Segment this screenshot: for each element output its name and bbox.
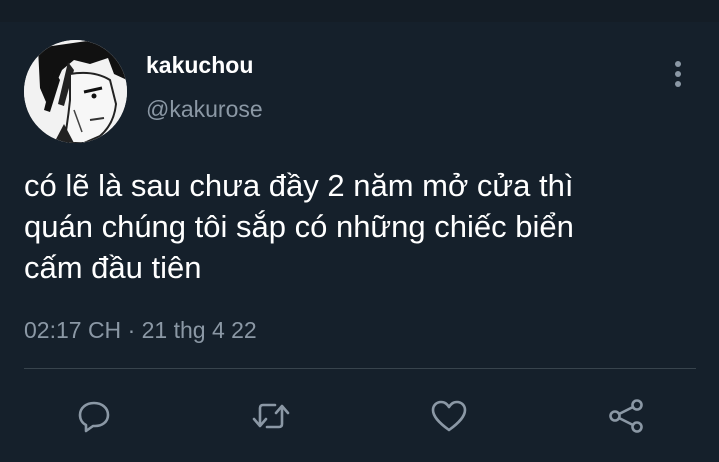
tweet-text: có lẽ là sau chưa đầy 2 năm mở cửa thì q… (24, 165, 694, 288)
share-button[interactable] (604, 398, 648, 434)
heart-icon (431, 400, 467, 432)
tweet-text-line: có lẽ là sau chưa đầy 2 năm mở cửa thì (24, 168, 574, 203)
tweet-detail: kakuchou @kakurose có lẽ là sau chưa đầy… (0, 22, 719, 462)
retweet-button[interactable] (249, 398, 293, 434)
tweet-timestamp[interactable]: 02:17 CH · 21 thg 4 22 (24, 316, 257, 344)
top-strip (0, 0, 719, 22)
tweet-text-line: quán chúng tôi sắp có những chiếc biển (24, 209, 574, 244)
like-button[interactable] (427, 398, 471, 434)
retweet-icon (252, 403, 290, 429)
divider (24, 368, 696, 369)
meta-separator: · (127, 317, 136, 343)
more-options-button[interactable] (664, 58, 692, 90)
vertical-dots-icon (675, 61, 681, 87)
share-icon (609, 399, 643, 433)
reply-icon (78, 401, 110, 433)
tweet-time: 02:17 CH (24, 317, 122, 343)
reply-button[interactable] (72, 398, 116, 434)
author-handle[interactable]: @kakurose (146, 96, 263, 122)
tweet-text-line: cấm đầu tiên (24, 250, 202, 285)
tweet-date: 21 thg 4 22 (141, 317, 257, 343)
avatar[interactable] (24, 40, 127, 143)
avatar-image-icon (24, 40, 127, 143)
author-display-name[interactable]: kakuchou (146, 52, 253, 78)
